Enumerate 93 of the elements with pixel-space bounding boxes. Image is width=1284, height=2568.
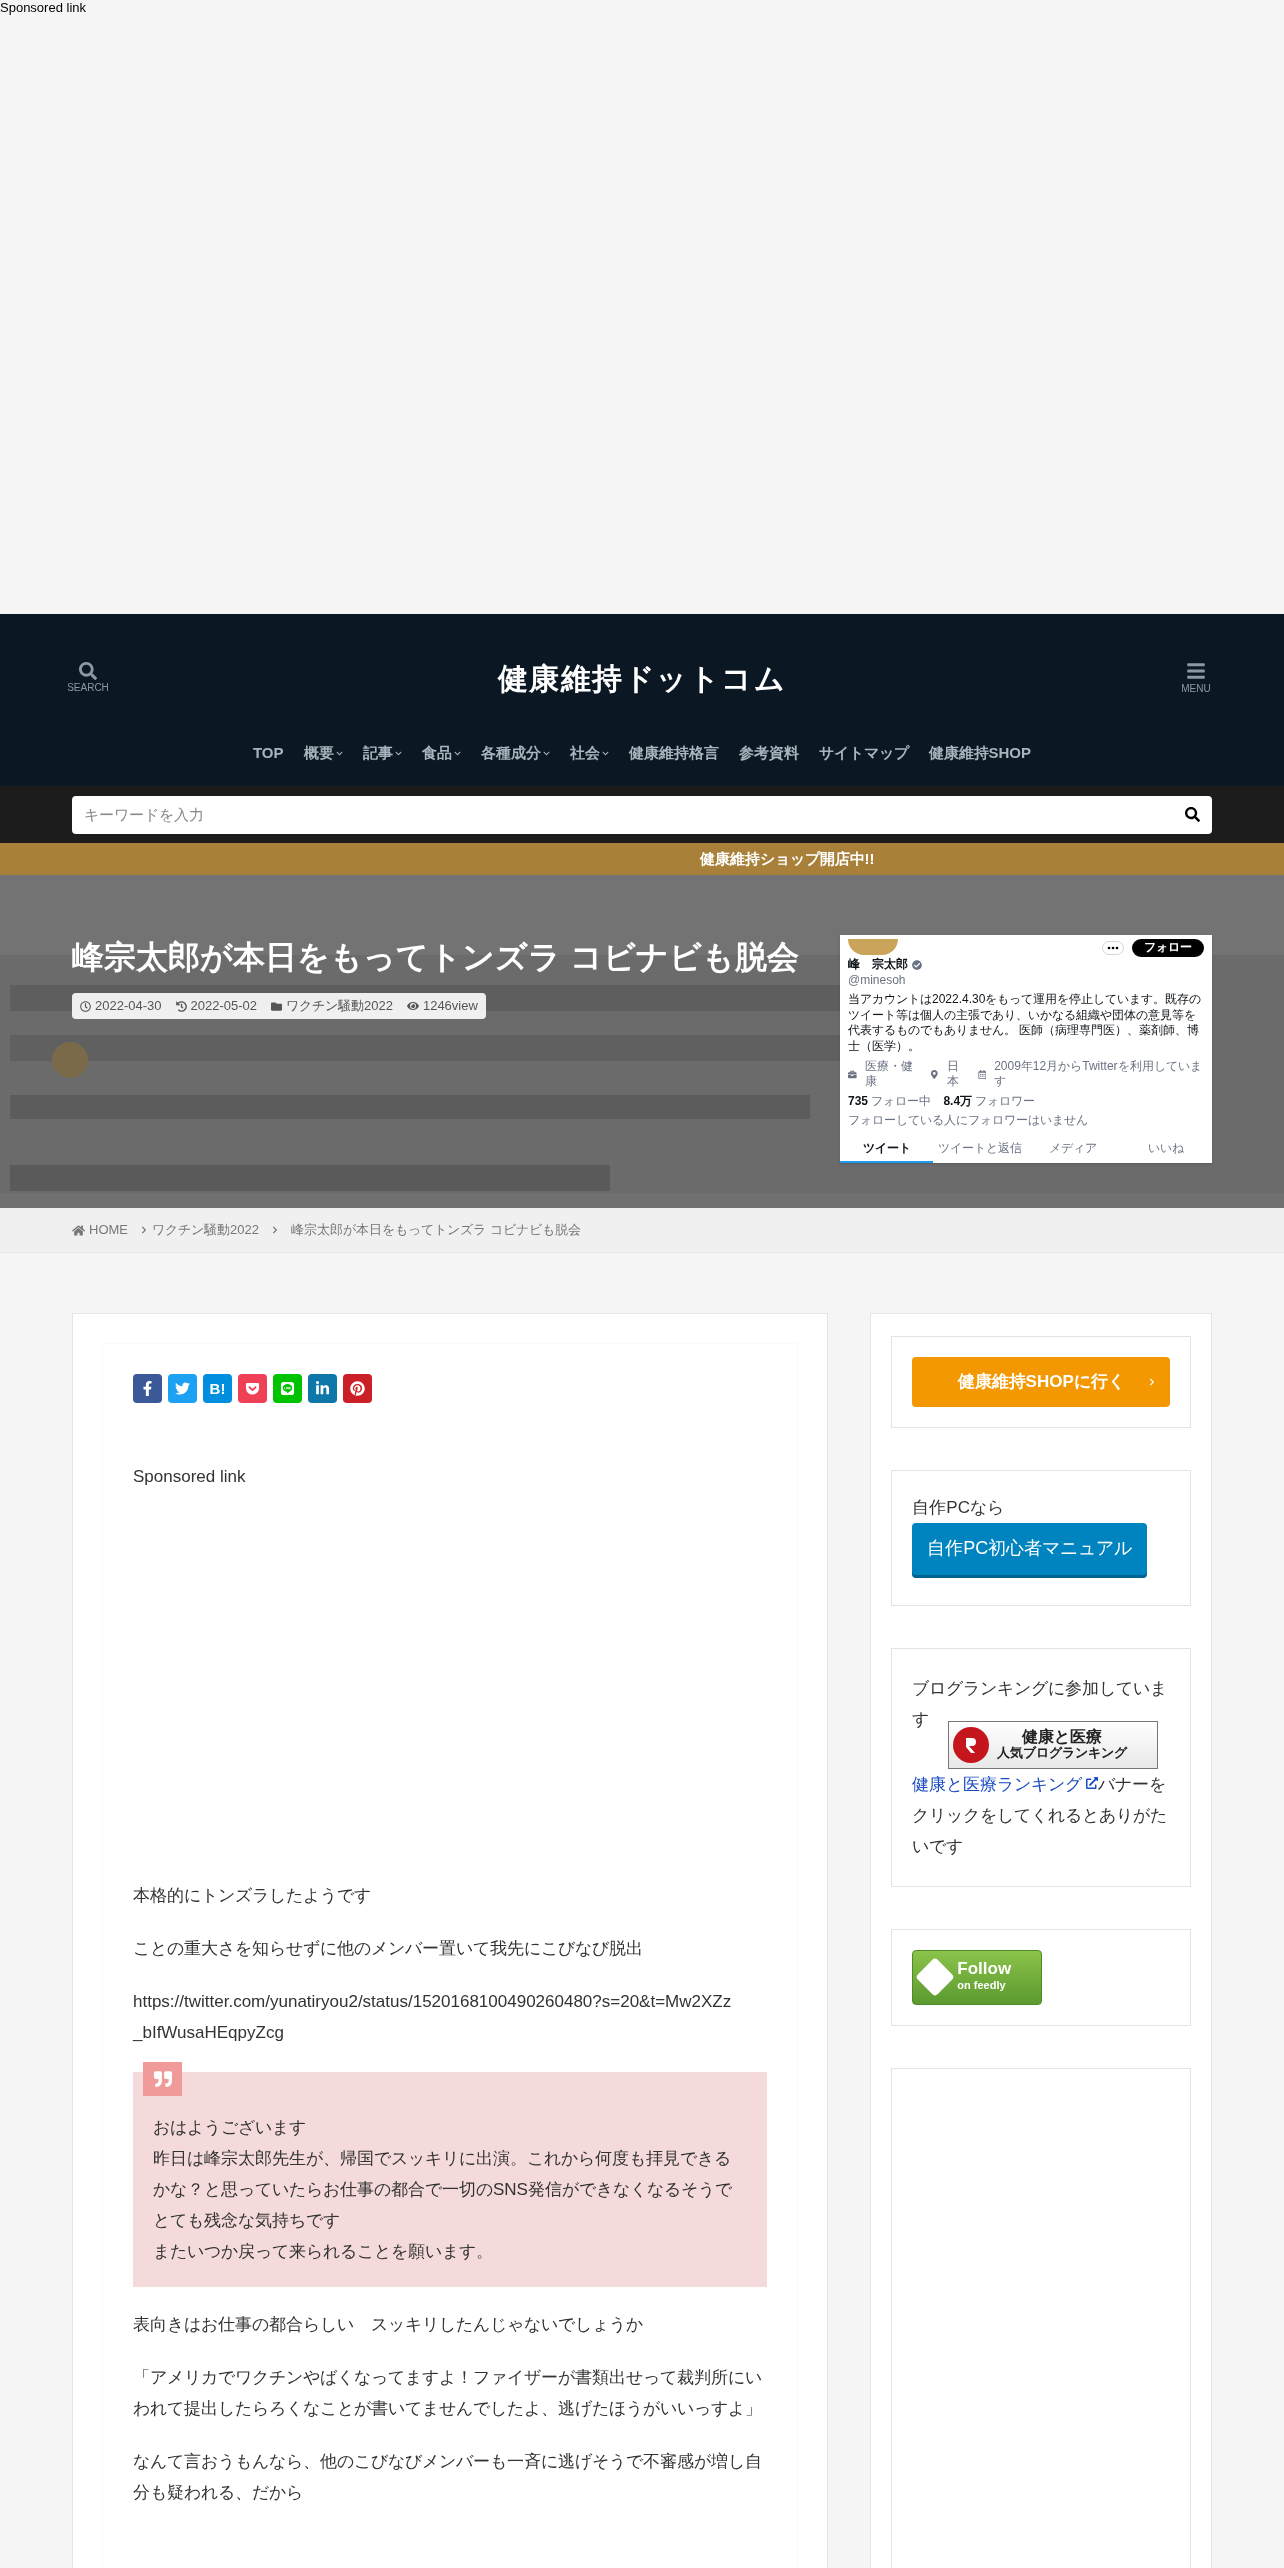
caret-icon	[601, 749, 609, 757]
ad-label: Sponsored link	[0, 0, 87, 16]
profile-note: フォローしている人にフォロワーはいません	[848, 1113, 1089, 1129]
chevron-icon	[1148, 1378, 1156, 1386]
profile-tab[interactable]: ツイートと返信	[933, 1136, 1026, 1163]
nav-link[interactable]: サイトマップ	[818, 742, 909, 765]
folder-icon	[271, 1000, 282, 1012]
ranking-banner[interactable]: 健康と医療 人気ブログランキング	[948, 1720, 1159, 1769]
facebook-icon	[140, 1381, 155, 1396]
home-icon	[72, 1223, 85, 1237]
profile-bio: 当アカウントは2022.4.30をもって運用を停止しています。既存のツイート等は個人の主張であり、いかなる組織や団体の意見等を代表するものでもありません。 医師（病理専門医）、薬剤師、博士（医学）。	[848, 992, 1203, 1055]
nav-link[interactable]: 健康維持SHOP	[928, 742, 1032, 765]
calendar-icon	[977, 1069, 987, 1079]
briefcase-icon	[848, 1069, 857, 1079]
share-button[interactable]	[168, 1374, 197, 1403]
chevron-icon	[140, 1226, 148, 1234]
paragraph: 「アメリカでワクチンやばくなってますよ！ファイザーが書類出せって裁判所にいわれて提出したらろくなことが書いてませんでしたよ、逃げたほうがいいっすよ」	[133, 2367, 763, 2420]
external-link-icon	[1086, 1777, 1099, 1789]
caret-icon	[453, 749, 461, 757]
breadcrumb-link[interactable]: HOME	[89, 1220, 128, 1240]
tweet-url: https://twitter.com/yunatiryou2/status/1520168100490260480?s=20&t=Mw2XZz_bIfWusaHEqpyZcg	[133, 1991, 733, 2044]
menu-button[interactable]: MENU	[1178, 660, 1214, 696]
paragraph: なんて言おうもんなら、他のこびなびメンバーも一斉に逃げそうで不審感が増し自分も疑われる、だから	[133, 2451, 763, 2504]
clock-icon	[80, 1000, 91, 1012]
quote-line: 昨日は峰宗太郎先生が、帰国でスッキリに出演。これから何度も拝見できるかな？と思っていたらお仕事の都合で一切のSNS発信ができなくなるそうでとても残念な気持ちです	[153, 2148, 733, 2232]
share-button[interactable]	[308, 1374, 337, 1403]
caret-icon	[542, 749, 550, 757]
quote-line: おはようございます	[153, 2117, 307, 2139]
site-logo[interactable]: 健康維持ドットコム	[497, 655, 787, 701]
search-icon	[79, 661, 97, 680]
quote-icon	[143, 2062, 182, 2096]
search-button[interactable]: SEARCH	[70, 661, 106, 695]
verified-icon	[912, 959, 922, 970]
quote-line: またいつか戻って来られることを願います。	[153, 2241, 494, 2263]
chevron-icon	[270, 1226, 279, 1234]
notice-text[interactable]: 健康維持ショップ開店中!!	[699, 847, 875, 871]
category-link[interactable]: ワクチン騒動2022	[286, 996, 393, 1016]
nav-link[interactable]: 参考資料	[738, 742, 799, 765]
profile-tab[interactable]: いいね	[1119, 1136, 1212, 1163]
nav-link[interactable]: 健康維持格言	[628, 742, 719, 765]
follow-button[interactable]: フォロー	[1132, 939, 1204, 957]
banner-title: 健康と医療	[1022, 1728, 1103, 1745]
nav-link[interactable]: 食品	[421, 742, 461, 765]
search-field[interactable]: キーワードを入力	[72, 795, 1212, 834]
profile-handle: @minesoh	[848, 972, 907, 989]
widget-text: 自作PCなら	[912, 1497, 1005, 1519]
post-date: 2022-04-30	[95, 997, 162, 1016]
paragraph: 本格的にトンズラしたようです	[133, 1885, 372, 1907]
nav-link[interactable]: 概要	[303, 742, 343, 765]
ranking-link[interactable]: 健康と医療ランキング	[912, 1774, 1099, 1794]
pinterest-icon	[350, 1381, 365, 1396]
nav-link[interactable]: 記事	[362, 742, 402, 765]
nav-link[interactable]: TOP	[252, 742, 284, 765]
profile-tab[interactable]: メディア	[1026, 1136, 1119, 1163]
following-count: 735 フォロー中	[848, 1093, 932, 1110]
caret-icon	[394, 749, 402, 757]
search-icon	[1185, 806, 1200, 822]
eye-icon	[406, 1000, 419, 1012]
history-icon	[175, 1000, 187, 1012]
share-button[interactable]	[133, 1374, 162, 1403]
followers-count: 8.4万 フォロワー	[943, 1093, 1036, 1110]
banner-subtitle: 人気ブログランキング	[997, 1744, 1128, 1761]
bird-icon	[175, 1381, 190, 1396]
paragraph: 表向きはお仕事の都合らしい スッキリしたんじゃないでしょうか	[133, 2314, 644, 2336]
share-button[interactable]	[238, 1374, 267, 1403]
article-title: 峰宗太郎が本日をもってトンズラ コビナビも脱会	[72, 938, 799, 977]
share-button[interactable]: B!	[203, 1374, 232, 1403]
nav-link[interactable]: 社会	[569, 742, 609, 765]
update-date: 2022-05-02	[190, 997, 257, 1016]
nav-link[interactable]: 各種成分	[480, 742, 550, 765]
widget-text: 健康と医療ランキング バナーをクリックをしてくれるとありがたいです	[912, 1773, 1169, 1858]
location-icon	[930, 1069, 939, 1079]
ad-label: Sponsored link	[133, 1466, 247, 1488]
breadcrumb-link[interactable]: ワクチン騒動2022	[152, 1220, 259, 1240]
logo-icon	[953, 1726, 990, 1763]
menu-icon	[1186, 660, 1206, 681]
profile-location: 日本	[946, 1058, 960, 1090]
speech-bubble-icon	[280, 1381, 295, 1396]
profile-name: 峰 宗太郎	[848, 957, 908, 973]
follow-text: Follow	[957, 1961, 1012, 1977]
share-button[interactable]	[343, 1374, 372, 1403]
view-count: 1246view	[422, 997, 478, 1016]
feedly-text: on feedly	[957, 1978, 1006, 1993]
paragraph: ことの重大さを知らせずに他のメンバー置いて我先にこびなび脱出	[133, 1938, 644, 1960]
profile-field: 医療・健康	[864, 1058, 922, 1090]
caret-icon	[335, 749, 343, 757]
profile-tab[interactable]: ツイート	[840, 1136, 933, 1163]
pocket-icon	[245, 1381, 260, 1396]
breadcrumb-current: 峰宗太郎が本日をもってトンズラ コビナビも脱会	[290, 1221, 581, 1240]
profile-joined: 2009年12月からTwitterを利用しています	[994, 1058, 1203, 1090]
manual-button[interactable]: 自作PC初心者マニュアル	[912, 1522, 1148, 1575]
avatar	[848, 939, 898, 955]
linkedin-icon	[315, 1381, 330, 1396]
